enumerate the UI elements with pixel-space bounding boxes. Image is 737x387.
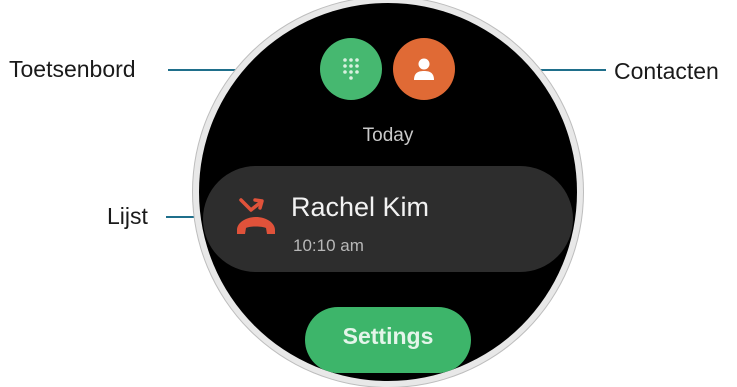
person-icon <box>414 58 434 80</box>
contacts-button[interactable] <box>393 38 455 100</box>
dialpad-icon <box>343 58 359 80</box>
watch-screen: Today Rachel Kim 10:10 am Settings <box>199 3 577 381</box>
date-header: Today <box>362 125 414 146</box>
call-time: 10:10 am <box>293 236 364 255</box>
callout-label-list: Lijst <box>107 203 148 229</box>
callout-label-keypad: Toetsenbord <box>9 56 136 82</box>
caller-name: Rachel Kim <box>291 192 430 222</box>
settings-button[interactable]: Settings <box>305 307 471 373</box>
missed-call-icon <box>237 198 275 234</box>
call-log-item[interactable]: Rachel Kim 10:10 am <box>203 166 573 272</box>
callout-label-contacts: Contacten <box>614 58 719 84</box>
keypad-button[interactable] <box>320 38 382 100</box>
